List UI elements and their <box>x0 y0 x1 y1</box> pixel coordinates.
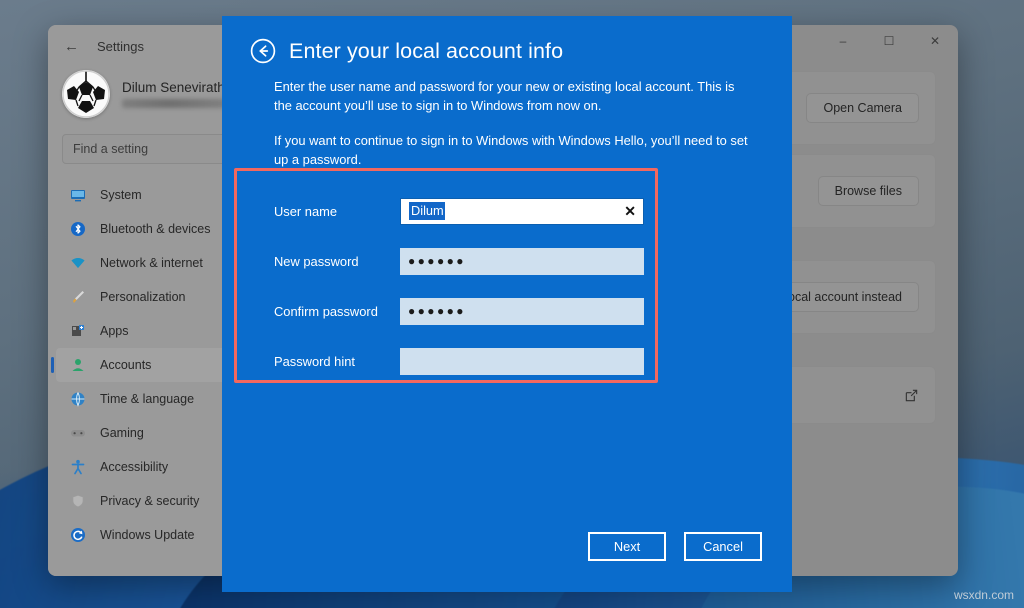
watermark: wsxdn.com <box>954 588 1014 602</box>
open-camera-button[interactable]: Open Camera <box>806 93 919 123</box>
accessibility-icon <box>70 459 86 475</box>
sidebar-item-label: Accounts <box>100 358 151 372</box>
close-icon[interactable]: ✕ <box>624 204 636 218</box>
close-button[interactable]: ✕ <box>912 25 958 57</box>
form-row-username: User name Dilum ✕ <box>274 186 644 236</box>
password-hint-label: Password hint <box>274 354 400 369</box>
sidebar-item-time-language[interactable]: Time & language <box>56 382 246 416</box>
dialog-paragraph-2: If you want to continue to sign in to Wi… <box>274 132 748 169</box>
new-password-input[interactable]: ●●●●●● <box>400 248 644 275</box>
sidebar-item-label: Windows Update <box>100 528 195 542</box>
local-account-form: User name Dilum ✕ New password ●●●●●● Co… <box>274 186 644 386</box>
sidebar-item-network-internet[interactable]: Network & internet <box>56 246 246 280</box>
dialog-paragraph-1: Enter the user name and password for you… <box>274 78 748 115</box>
form-row-new-password: New password ●●●●●● <box>274 236 644 286</box>
soccer-ball-avatar <box>62 70 110 118</box>
open-external-icon[interactable] <box>904 388 919 403</box>
bluetooth-icon <box>70 221 86 237</box>
sidebar-item-personalization[interactable]: Personalization <box>56 280 246 314</box>
sidebar-item-label: System <box>100 188 142 202</box>
sidebar-item-label: Personalization <box>100 290 185 304</box>
sidebar-item-label: Gaming <box>100 426 144 440</box>
sidebar-item-label: Privacy & security <box>100 494 199 508</box>
circle-back-arrow-icon[interactable] <box>250 38 276 64</box>
new-password-value: ●●●●●● <box>408 254 466 268</box>
search-placeholder: Find a setting <box>73 142 148 156</box>
search-input[interactable]: Find a setting <box>62 134 240 164</box>
paintbrush-icon <box>70 289 86 305</box>
clock-globe-icon <box>70 391 86 407</box>
form-row-confirm-password: Confirm password ●●●●●● <box>274 286 644 336</box>
sidebar-item-accounts[interactable]: Accounts <box>56 348 246 382</box>
local-account-dialog: Enter your local account info Enter the … <box>222 16 792 592</box>
sidebar-item-windows-update[interactable]: Windows Update <box>56 518 246 552</box>
sidebar-item-label: Time & language <box>100 392 194 406</box>
dialog-footer: Next Cancel <box>222 516 792 592</box>
gamepad-icon <box>70 425 86 441</box>
shield-icon <box>70 493 86 509</box>
cancel-button[interactable]: Cancel <box>684 532 762 561</box>
new-password-label: New password <box>274 254 400 269</box>
sidebar-item-privacy-security[interactable]: Privacy & security <box>56 484 246 518</box>
dialog-description: Enter the user name and password for you… <box>222 64 792 170</box>
sidebar-item-bluetooth-devices[interactable]: Bluetooth & devices <box>56 212 246 246</box>
sidebar-item-apps[interactable]: Apps <box>56 314 246 348</box>
sidebar-item-label: Network & internet <box>100 256 203 270</box>
password-hint-input[interactable] <box>400 348 644 375</box>
sidebar-item-label: Apps <box>100 324 129 338</box>
arrow-left-icon[interactable]: ← <box>64 39 79 54</box>
sidebar-item-system[interactable]: System <box>56 178 246 212</box>
form-row-password-hint: Password hint <box>274 336 644 386</box>
confirm-password-label: Confirm password <box>274 304 400 319</box>
browse-files-button[interactable]: Browse files <box>818 176 919 206</box>
wifi-icon <box>70 255 86 271</box>
sidebar-item-label: Accessibility <box>100 460 168 474</box>
update-icon <box>70 527 86 543</box>
apps-icon <box>70 323 86 339</box>
sidebar-item-gaming[interactable]: Gaming <box>56 416 246 450</box>
user-name-input[interactable]: Dilum ✕ <box>400 198 644 225</box>
confirm-password-value: ●●●●●● <box>408 304 466 318</box>
next-button[interactable]: Next <box>588 532 666 561</box>
minimize-button[interactable]: – <box>820 25 866 57</box>
user-name-label: User name <box>274 204 400 219</box>
sidebar-item-accessibility[interactable]: Accessibility <box>56 450 246 484</box>
dialog-title: Enter your local account info <box>289 39 563 64</box>
dialog-header: Enter your local account info <box>222 16 792 64</box>
maximize-button[interactable]: ☐ <box>866 25 912 57</box>
user-name-value: Dilum <box>409 202 445 220</box>
monitor-icon <box>70 187 86 203</box>
settings-app-title: Settings <box>97 39 144 54</box>
sidebar-item-label: Bluetooth & devices <box>100 222 211 236</box>
confirm-password-input[interactable]: ●●●●●● <box>400 298 644 325</box>
person-icon <box>70 357 86 373</box>
